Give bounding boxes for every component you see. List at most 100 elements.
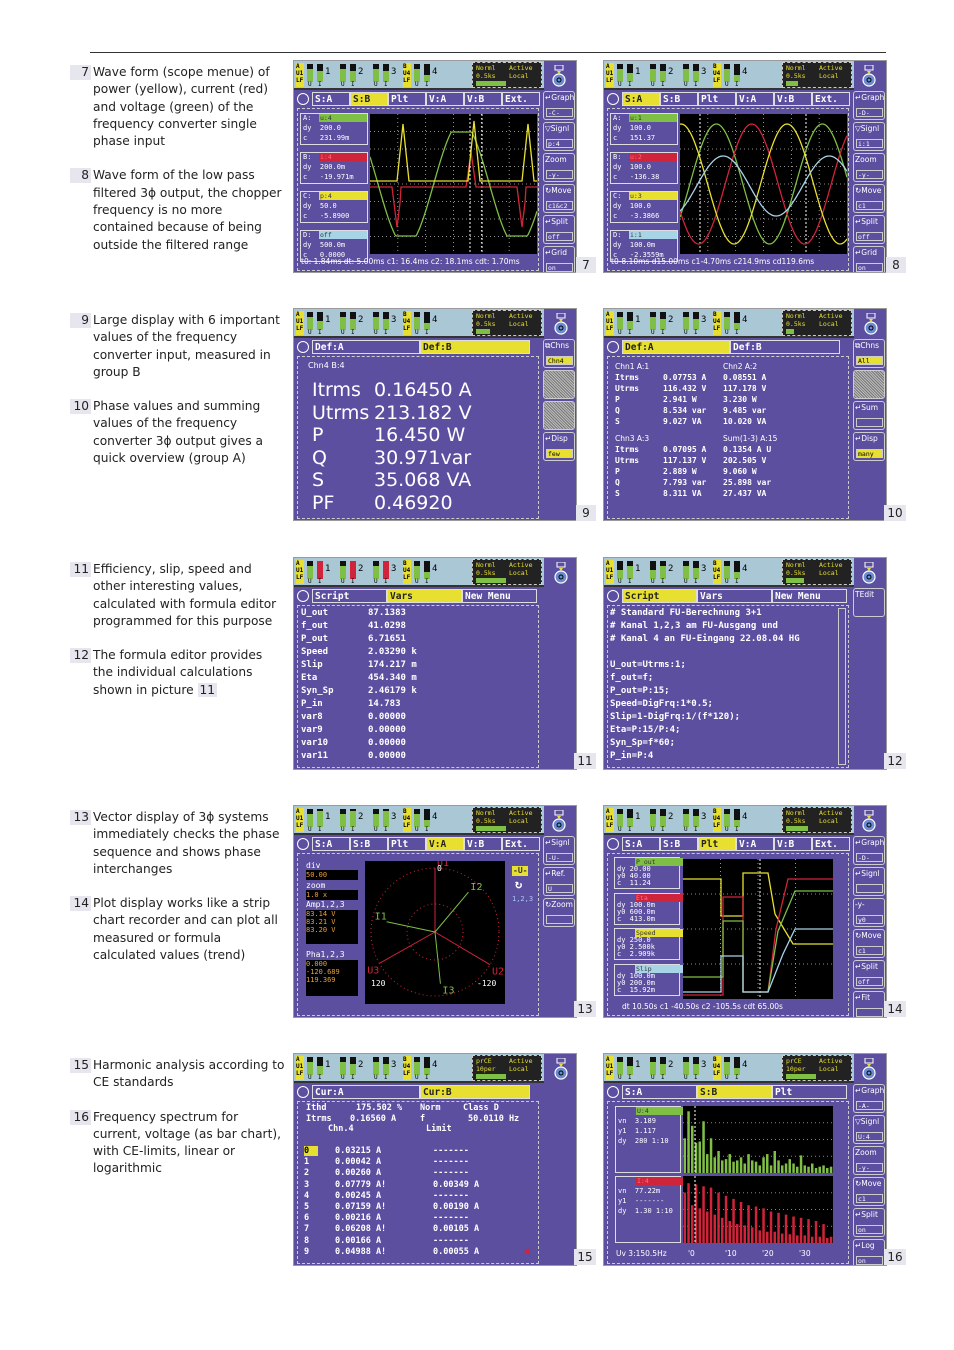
softkey-split[interactable]: ↵Split off bbox=[543, 215, 575, 244]
softkey-log[interactable]: ↵Log on bbox=[853, 1239, 885, 1265]
tab-ext[interactable]: Ext. bbox=[502, 92, 540, 106]
softkey-graph[interactable]: ↵Graph -D- bbox=[853, 91, 885, 120]
rotary-knob-icon[interactable] bbox=[550, 1058, 572, 1080]
softkey-sum[interactable]: ↵Sum bbox=[853, 401, 885, 430]
tab-vb[interactable]: V:B bbox=[774, 837, 812, 851]
menu-circle-icon[interactable] bbox=[607, 838, 619, 850]
softkey-move[interactable]: ↻Move c1 bbox=[853, 1177, 885, 1206]
softkey-move[interactable]: ↻Move c1 bbox=[853, 184, 885, 213]
script-editor[interactable]: # Standard FU-Berechnung 3+1 # Kanal 1,2,… bbox=[607, 605, 849, 768]
rotary-knob-icon[interactable] bbox=[548, 810, 570, 832]
menu-circle-icon[interactable] bbox=[607, 1086, 619, 1098]
softkey-ref[interactable]: ↵Ref. U bbox=[543, 867, 575, 896]
softkey-signl[interactable]: ↵Signl bbox=[853, 867, 885, 896]
tab-plt[interactable]: Plt bbox=[388, 837, 426, 851]
menu-circle-icon[interactable] bbox=[297, 590, 309, 602]
softkey-y[interactable]: -y-y0 bbox=[853, 898, 885, 927]
tab-ext[interactable]: Ext. bbox=[812, 92, 850, 106]
softkey-grid[interactable]: ↵Grid on bbox=[853, 246, 885, 272]
softkey-graph[interactable]: ↵Graph -D- bbox=[853, 836, 885, 865]
softkey-move[interactable]: ↻Move c1 bbox=[853, 929, 885, 958]
tab-va[interactable]: V:A bbox=[736, 92, 774, 106]
rotary-knob-icon[interactable] bbox=[858, 1058, 880, 1080]
tab-curb[interactable]: Cur:B bbox=[420, 1085, 530, 1099]
tab-defb[interactable]: Def:B bbox=[420, 340, 530, 354]
tab-ext[interactable]: Ext. bbox=[502, 837, 540, 851]
tab-sb[interactable]: S:B bbox=[660, 92, 698, 106]
softkey-fit[interactable]: ↵Fit bbox=[853, 991, 885, 1017]
softkey-graph[interactable]: ↵Graph -C- bbox=[543, 91, 575, 120]
tab-plt[interactable]: Plt bbox=[698, 837, 736, 851]
tab-defb[interactable]: Def:B bbox=[730, 340, 840, 354]
tab-va[interactable]: V:A bbox=[736, 837, 774, 851]
tab-va[interactable]: V:A bbox=[426, 92, 464, 106]
tab-script[interactable]: Script bbox=[622, 589, 697, 603]
tab-cura[interactable]: Cur:A bbox=[312, 1085, 420, 1099]
softkey-disabled[interactable] bbox=[853, 370, 885, 399]
softkey-tedit[interactable]: TEdit bbox=[853, 588, 885, 617]
tab-plt[interactable]: Plt bbox=[772, 1085, 847, 1099]
tab-vb[interactable]: V:B bbox=[774, 92, 812, 106]
script-scrollbar[interactable] bbox=[838, 608, 846, 765]
rotary-knob-icon[interactable] bbox=[858, 810, 880, 832]
softkey-graph[interactable]: ↵Graph -A- bbox=[853, 1084, 885, 1113]
tab-defa[interactable]: Def:A bbox=[622, 340, 730, 354]
tab-vars[interactable]: Vars bbox=[697, 589, 772, 603]
tab-sa[interactable]: S:A bbox=[622, 837, 660, 851]
softkey-signl[interactable]: ▽Signl i:1 bbox=[853, 122, 885, 151]
tab-va[interactable]: V:A bbox=[426, 837, 464, 851]
tab-defa[interactable]: Def:A bbox=[312, 340, 420, 354]
menu-circle-icon[interactable] bbox=[607, 590, 619, 602]
softkey-split[interactable]: ↵Split off bbox=[853, 960, 885, 989]
rotary-knob-icon[interactable] bbox=[550, 562, 572, 584]
var-value: 0.00000 bbox=[368, 738, 406, 748]
tab-sa[interactable]: S:A bbox=[622, 1085, 697, 1099]
menu-circle-icon[interactable] bbox=[297, 93, 309, 105]
softkey-split[interactable]: ↵Split off bbox=[853, 215, 885, 244]
tab-vars[interactable]: Vars bbox=[387, 589, 462, 603]
tab-plt[interactable]: Plt bbox=[698, 92, 736, 106]
softkey-chns[interactable]: ⧉Chns All bbox=[853, 339, 885, 368]
tab-plt[interactable]: Plt bbox=[388, 92, 426, 106]
softkey-split[interactable]: ↵Split on bbox=[853, 1208, 885, 1237]
menu-circle-icon[interactable] bbox=[607, 341, 619, 353]
softkey-disabled[interactable] bbox=[543, 370, 575, 399]
softkey-zoom[interactable]: Zoom -y- bbox=[853, 1146, 885, 1175]
tab-script[interactable]: Script bbox=[312, 589, 387, 603]
tab-newmenu[interactable]: New Menu bbox=[772, 589, 847, 603]
rotary-knob-icon[interactable] bbox=[858, 562, 880, 584]
softkey-disp[interactable]: ↵Disp few bbox=[543, 432, 575, 461]
menu-circle-icon[interactable] bbox=[607, 93, 619, 105]
rotary-knob-icon[interactable] bbox=[858, 65, 880, 87]
softkey-chns[interactable]: ⧉Chns Chn4 bbox=[543, 339, 575, 368]
rotary-knob-icon[interactable] bbox=[548, 65, 570, 87]
tab-sb[interactable]: S:B bbox=[697, 1085, 772, 1099]
softkey-signl[interactable]: ▽Signl p:4 bbox=[543, 122, 575, 151]
softkey-move[interactable]: ↻Move c1&c2 bbox=[543, 184, 575, 213]
softkey-disabled[interactable] bbox=[543, 401, 575, 430]
tab-ext[interactable]: Ext. bbox=[812, 837, 850, 851]
tab-sb[interactable]: S:B bbox=[350, 837, 388, 851]
tab-sa[interactable]: S:A bbox=[312, 837, 350, 851]
menu-circle-icon[interactable] bbox=[297, 1086, 309, 1098]
softkey-signl[interactable]: ↵Signl -U- bbox=[543, 836, 575, 865]
softkey-zoom[interactable]: Zoom -y- bbox=[543, 153, 575, 182]
tab-newmenu[interactable]: New Menu bbox=[462, 589, 537, 603]
tab-sb[interactable]: S:B bbox=[350, 92, 388, 106]
rotary-knob-icon[interactable] bbox=[860, 313, 882, 335]
softkey-zoom[interactable]: ↻Zoom bbox=[543, 898, 575, 927]
tab-sa[interactable]: S:A bbox=[622, 92, 660, 106]
softkey-zoom[interactable]: Zoom -y- bbox=[853, 153, 885, 182]
softkey-grid[interactable]: ↵Grid on bbox=[543, 246, 575, 272]
voltage-level-bar bbox=[373, 809, 379, 827]
tab-vb[interactable]: V:B bbox=[464, 837, 502, 851]
menu-circle-icon[interactable] bbox=[297, 341, 309, 353]
tab-vb[interactable]: V:B bbox=[464, 92, 502, 106]
tab-sa[interactable]: S:A bbox=[312, 92, 350, 106]
tab-sb[interactable]: S:B bbox=[660, 837, 698, 851]
harmonic-order[interactable]: 0 bbox=[304, 1146, 318, 1156]
softkey-disp[interactable]: ↵Disp many bbox=[853, 432, 885, 461]
rotary-knob-icon[interactable] bbox=[550, 313, 572, 335]
menu-circle-icon[interactable] bbox=[297, 838, 309, 850]
softkey-signl[interactable]: ▽Signl U:4 bbox=[853, 1115, 885, 1144]
